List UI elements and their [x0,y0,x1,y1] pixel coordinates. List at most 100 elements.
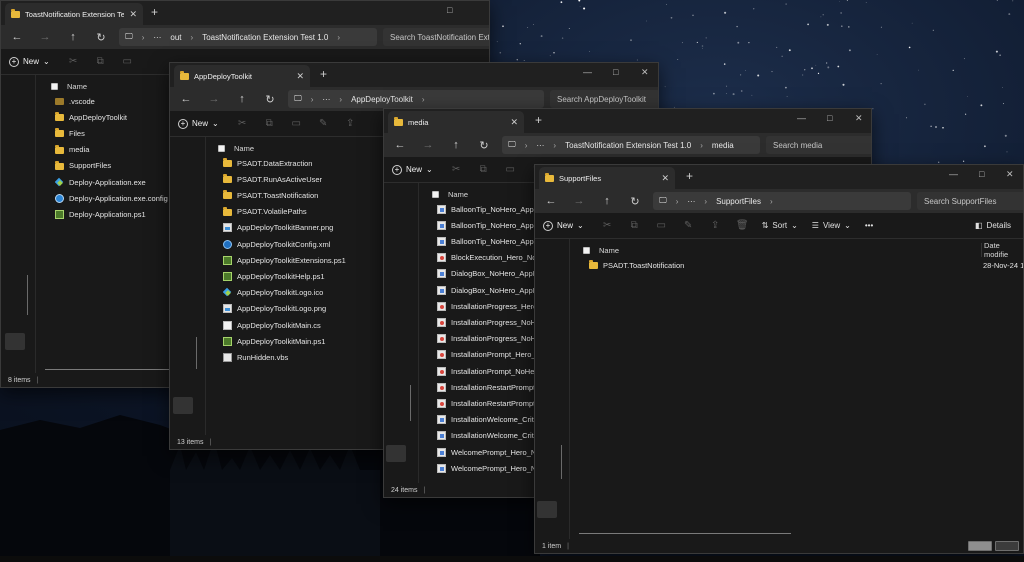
paste-icon[interactable]: ▭ [497,164,524,175]
navigation-pane-item[interactable] [386,445,406,462]
new-tab-button[interactable]: + [686,169,693,183]
column-header-date-modified[interactable]: Date modifie [981,241,1023,259]
tiles-view-button[interactable] [995,541,1019,551]
close-window-button[interactable]: ✕ [641,66,649,78]
share-icon[interactable]: ⇪ [337,118,364,129]
column-header-name[interactable]: Name [51,79,87,93]
copy-icon[interactable]: ⧉ [470,164,497,175]
horizontal-scrollbar[interactable] [579,533,791,534]
list-item[interactable]: AppDeployToolkitExtensions.ps1 [223,252,393,268]
close-tab-icon[interactable]: ✕ [296,71,304,82]
list-item[interactable]: BalloonTip_NoHero_AppLog [437,217,537,233]
delete-icon[interactable]: 🗑 [729,220,756,231]
list-item[interactable]: RunHidden.vbs [223,349,393,365]
title-bar[interactable]: ToastNotification Extension Te ✕ + □ [1,1,489,25]
up-button[interactable]: ↑ [228,93,256,105]
address-bar[interactable]: 🖵 › ··· › ToastNotification Extension Te… [502,136,760,154]
maximize-button[interactable]: □ [979,168,984,180]
cut-icon[interactable]: ✂ [443,164,470,175]
list-item[interactable]: AppDeployToolkitLogo.png [223,301,393,317]
cut-icon[interactable]: ✂ [60,56,87,67]
list-item[interactable]: PSADT.ToastNotification [589,257,789,273]
forward-button[interactable]: → [200,93,228,105]
title-bar[interactable]: AppDeployToolkit ✕ + — □ ✕ [170,63,658,87]
breadcrumb-appdeploytoolkit[interactable]: AppDeployToolkit [351,95,413,104]
close-tab-icon[interactable]: ✕ [661,173,669,184]
list-item[interactable]: WelcomePrompt_Hero_NoA [437,460,537,476]
copy-icon[interactable]: ⧉ [256,118,283,129]
navigation-pane[interactable] [170,137,206,435]
list-item[interactable]: InstallationProgress_Hero_Ap [437,298,537,314]
new-button[interactable]: + New ⌄ [9,56,50,67]
tab-appdeploytoolkit[interactable]: AppDeployToolkit ✕ [174,65,310,87]
more-options-button[interactable]: ••• [865,221,873,230]
refresh-button[interactable]: ↻ [621,195,649,208]
list-item[interactable]: InstallationPrompt_Hero_Ap [437,347,537,363]
search-box[interactable]: Search media [766,136,871,154]
select-all-checkbox[interactable] [432,190,439,198]
refresh-button[interactable]: ↻ [87,31,115,44]
list-item[interactable]: BlockExecution_Hero_NoAp [437,250,537,266]
navigation-pane[interactable] [384,183,419,483]
up-button[interactable]: ↑ [593,195,621,207]
tab-toastnotification[interactable]: ToastNotification Extension Te ✕ [5,3,143,25]
breadcrumb-overflow[interactable]: ··· [536,141,544,150]
breadcrumb-overflow[interactable]: ··· [687,197,695,206]
list-item[interactable]: PSADT.VolatilePaths [223,204,393,220]
new-button[interactable]: + New ⌄ [392,164,433,175]
address-bar[interactable]: 🖵 › ··· out › ToastNotification Extensio… [119,28,377,46]
select-all-checkbox[interactable] [583,246,590,254]
rename-icon[interactable]: ✎ [310,118,337,129]
list-item[interactable]: AppDeployToolkitBanner.png [223,220,393,236]
minimize-button[interactable]: — [797,112,806,124]
navigation-pane-scrollbar[interactable] [561,445,562,479]
details-pane-button[interactable]: ◧ Details [975,221,1011,230]
list-item[interactable]: InstallationPrompt_NoHero_ [437,363,537,379]
list-item[interactable]: InstallationRestartPrompt_N [437,395,537,411]
list-item[interactable]: AppDeployToolkitHelp.ps1 [223,268,393,284]
list-item[interactable]: InstallationProgress_NoHero [437,314,537,330]
navigation-pane-item[interactable] [173,397,193,414]
tab-media[interactable]: media ✕ [388,111,524,133]
column-header-name[interactable]: Name [583,243,619,257]
minimize-button[interactable]: — [583,66,592,78]
close-window-button[interactable]: ✕ [1006,168,1014,180]
up-button[interactable]: ↑ [442,139,470,151]
address-bar[interactable]: 🖵 › ··· › SupportFiles › [653,192,911,210]
list-item[interactable]: AppDeployToolkitMain.ps1 [223,333,393,349]
back-button[interactable]: ← [386,139,414,151]
refresh-button[interactable]: ↻ [256,93,284,106]
breadcrumb-media[interactable]: media [712,141,734,150]
list-item[interactable]: PSADT.DataExtraction [223,155,393,171]
list-item[interactable]: InstallationProgress_NoHero [437,331,537,347]
cut-icon[interactable]: ✂ [229,118,256,129]
maximize-button[interactable]: □ [827,112,832,124]
navigation-pane-scrollbar[interactable] [27,275,28,315]
paste-icon[interactable]: ▭ [648,220,675,231]
forward-button[interactable]: → [565,195,593,207]
list-item[interactable]: AppDeployToolkitLogo.ico [223,285,393,301]
breadcrumb-supportfiles[interactable]: SupportFiles [716,197,761,206]
list-item[interactable]: DialogBox_NoHero_AppLog [437,282,537,298]
cut-icon[interactable]: ✂ [594,220,621,231]
new-tab-button[interactable]: + [320,67,327,81]
list-item[interactable]: PSADT.RunAsActiveUser [223,171,393,187]
share-icon[interactable]: ⇪ [702,220,729,231]
navigation-pane-item[interactable] [5,333,25,350]
view-button[interactable]: ☰ View ⌄ [812,221,851,230]
title-bar[interactable]: SupportFiles ✕ + — □ ✕ [535,165,1023,189]
sort-button[interactable]: ⇅ Sort ⌄ [762,221,798,230]
back-button[interactable]: ← [172,93,200,105]
list-item[interactable]: WelcomePrompt_Hero_NoA [437,444,537,460]
list-item[interactable]: InstallationRestartPrompt_H [437,379,537,395]
paste-icon[interactable]: ▭ [283,118,310,129]
tab-supportfiles[interactable]: SupportFiles ✕ [539,167,675,189]
breadcrumb-toastnotification[interactable]: ToastNotification Extension Test 1.0 [565,141,691,150]
up-button[interactable]: ↑ [59,31,87,43]
copy-icon[interactable]: ⧉ [87,56,114,67]
copy-icon[interactable]: ⧉ [621,220,648,231]
list-item[interactable]: InstallationWelcome_Critical [437,428,537,444]
new-tab-button[interactable]: + [535,113,542,127]
list-item[interactable]: AppDeployToolkitConfig.xml [223,236,393,252]
breadcrumb-toastnotification[interactable]: ToastNotification Extension Test 1.0 [202,33,328,42]
